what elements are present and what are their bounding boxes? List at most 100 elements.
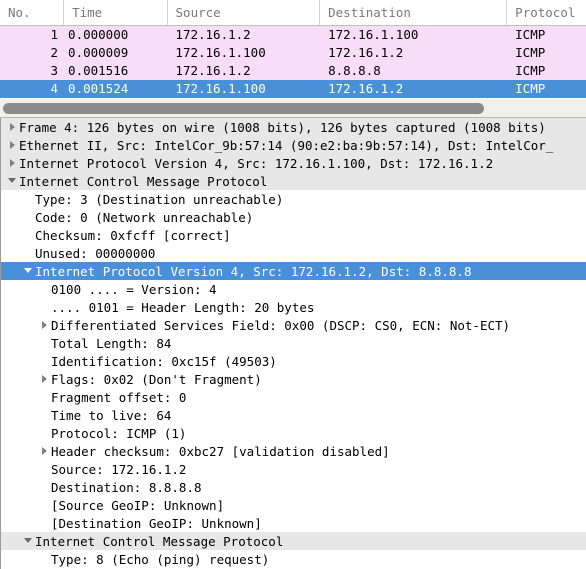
- detail-tree-label: Frame 4: 126 bytes on wire (1008 bits), …: [19, 119, 546, 135]
- packet-protocol: ICMP: [515, 27, 546, 42]
- column-header-source[interactable]: Source: [168, 0, 321, 25]
- packet-no: 2: [50, 45, 59, 60]
- detail-tree-label: Type: 3 (Destination unreachable): [35, 191, 284, 207]
- packet-destination: 172.16.1.2: [328, 81, 404, 96]
- detail-tree-label: Protocol: ICMP (1): [51, 425, 187, 441]
- detail-tree-label: Header checksum: 0xbc27 [validation disa…: [51, 443, 390, 459]
- packet-destination: 172.16.1.100: [328, 27, 419, 42]
- packet-row-3[interactable]: 3 0.001516 172.16.1.2 8.8.8.8 ICMP: [0, 62, 586, 80]
- detail-tree-row[interactable]: Frame 4: 126 bytes on wire (1008 bits), …: [1, 118, 586, 136]
- packet-detail-pane: Frame 4: 126 bytes on wire (1008 bits), …: [0, 118, 586, 569]
- detail-tree-row[interactable]: Ethernet II, Src: IntelCor_9b:57:14 (90:…: [1, 136, 586, 154]
- detail-tree-row[interactable]: Time to live: 64: [1, 406, 586, 424]
- detail-tree-label: Internet Protocol Version 4, Src: 172.16…: [35, 263, 472, 279]
- column-header-protocol[interactable]: Protocol: [507, 0, 586, 25]
- detail-tree-row[interactable]: Unused: 00000000: [1, 244, 586, 262]
- packet-row-4[interactable]: 4 0.001524 172.16.1.100 172.16.1.2 ICMP: [0, 80, 586, 98]
- detail-tree-label: [Destination GeoIP: Unknown]: [51, 515, 262, 531]
- packet-time: 0.001524: [68, 81, 129, 96]
- chevron-down-icon[interactable]: [8, 178, 16, 183]
- tree-toggle[interactable]: [5, 172, 19, 190]
- detail-tree-row[interactable]: Flags: 0x02 (Don't Fragment): [1, 370, 586, 388]
- detail-tree-label: Internet Control Message Protocol: [35, 533, 284, 549]
- packet-protocol: ICMP: [515, 45, 546, 60]
- detail-tree-row[interactable]: Fragment offset: 0: [1, 388, 586, 406]
- detail-tree-label: Checksum: 0xfcff [correct]: [35, 227, 231, 243]
- chevron-right-icon[interactable]: [41, 446, 47, 455]
- detail-tree-label: Type: 8 (Echo (ping) request): [51, 551, 270, 567]
- chevron-right-icon[interactable]: [9, 122, 15, 131]
- packet-time: 0.000009: [68, 45, 129, 60]
- detail-tree-label: Total Length: 84: [51, 335, 172, 351]
- chevron-down-icon[interactable]: [24, 268, 32, 273]
- packet-no: 3: [50, 63, 59, 78]
- detail-tree-row[interactable]: Type: 3 (Destination unreachable): [1, 190, 586, 208]
- chevron-down-icon[interactable]: [24, 538, 32, 543]
- column-header-no[interactable]: No.: [0, 0, 65, 25]
- tree-toggle[interactable]: [37, 442, 51, 460]
- tree-toggle[interactable]: [21, 262, 35, 280]
- tree-toggle[interactable]: [5, 136, 19, 154]
- detail-tree-label: .... 0101 = Header Length: 20 bytes: [51, 299, 315, 315]
- detail-tree-row[interactable]: Internet Protocol Version 4, Src: 172.16…: [1, 154, 586, 172]
- chevron-right-icon[interactable]: [41, 374, 47, 383]
- scrollbar-thumb[interactable]: [3, 103, 484, 114]
- detail-tree-row[interactable]: Internet Control Message Protocol: [1, 532, 586, 550]
- detail-tree-row[interactable]: .... 0101 = Header Length: 20 bytes: [1, 298, 586, 316]
- packet-list-pane: No. Time Source Destination Protocol 1 0…: [0, 0, 586, 118]
- detail-tree-row[interactable]: Code: 0 (Network unreachable): [1, 208, 586, 226]
- packet-row-1[interactable]: 1 0.000000 172.16.1.2 172.16.1.100 ICMP: [0, 26, 586, 44]
- chevron-right-icon[interactable]: [41, 320, 47, 329]
- detail-tree-row[interactable]: Type: 8 (Echo (ping) request): [1, 550, 586, 568]
- tree-toggle[interactable]: [5, 154, 19, 172]
- packet-time: 0.001516: [68, 63, 129, 78]
- packet-source: 172.16.1.2: [175, 63, 251, 78]
- packet-row-2[interactable]: 2 0.000009 172.16.1.100 172.16.1.2 ICMP: [0, 44, 586, 62]
- packet-list-header: No. Time Source Destination Protocol: [0, 0, 586, 26]
- wireshark-window: No. Time Source Destination Protocol 1 0…: [0, 0, 586, 569]
- packet-source: 172.16.1.2: [175, 27, 251, 42]
- packet-protocol: ICMP: [515, 81, 546, 96]
- detail-tree-row[interactable]: Differentiated Services Field: 0x00 (DSC…: [1, 316, 586, 334]
- detail-tree-row[interactable]: Total Length: 84: [1, 334, 586, 352]
- packet-no: 4: [50, 81, 59, 96]
- detail-tree-row[interactable]: Protocol: ICMP (1): [1, 424, 586, 442]
- tree-toggle[interactable]: [21, 532, 35, 550]
- tree-toggle[interactable]: [37, 316, 51, 334]
- detail-tree-row[interactable]: Destination: 8.8.8.8: [1, 478, 586, 496]
- column-header-time[interactable]: Time: [64, 0, 168, 25]
- packet-source: 172.16.1.100: [175, 45, 266, 60]
- detail-tree-label: Internet Control Message Protocol: [19, 173, 268, 189]
- column-header-destination[interactable]: Destination: [320, 0, 508, 25]
- detail-tree-row[interactable]: Checksum: 0xfcff [correct]: [1, 226, 586, 244]
- packet-list-horizontal-scrollbar[interactable]: [0, 98, 586, 118]
- tree-toggle[interactable]: [5, 118, 19, 136]
- packet-destination: 172.16.1.2: [328, 45, 404, 60]
- packet-time: 0.000000: [68, 27, 129, 42]
- detail-tree-row[interactable]: Source: 172.16.1.2: [1, 460, 586, 478]
- detail-tree-row[interactable]: Internet Protocol Version 4, Src: 172.16…: [1, 262, 586, 280]
- scrollbar-track[interactable]: [3, 103, 583, 114]
- detail-tree-row[interactable]: [Destination GeoIP: Unknown]: [1, 514, 586, 532]
- packet-list-rows: 1 0.000000 172.16.1.2 172.16.1.100 ICMP …: [0, 26, 586, 98]
- detail-tree-row[interactable]: [Source GeoIP: Unknown]: [1, 496, 586, 514]
- detail-tree-label: Fragment offset: 0: [51, 389, 187, 405]
- detail-tree-row[interactable]: Identification: 0xc15f (49503): [1, 352, 586, 370]
- detail-tree-row[interactable]: 0100 .... = Version: 4: [1, 280, 586, 298]
- detail-tree-label: Flags: 0x02 (Don't Fragment): [51, 371, 262, 387]
- detail-tree-label: Differentiated Services Field: 0x00 (DSC…: [51, 317, 511, 333]
- detail-tree-label: 0100 .... = Version: 4: [51, 281, 217, 297]
- tree-toggle[interactable]: [37, 370, 51, 388]
- packet-no: 1: [50, 27, 59, 42]
- detail-tree-label: [Source GeoIP: Unknown]: [51, 497, 225, 513]
- detail-tree-row[interactable]: Internet Control Message Protocol: [1, 172, 586, 190]
- detail-tree-row[interactable]: Header checksum: 0xbc27 [validation disa…: [1, 442, 586, 460]
- detail-tree-label: Identification: 0xc15f (49503): [51, 353, 277, 369]
- detail-tree-label: Ethernet II, Src: IntelCor_9b:57:14 (90:…: [19, 137, 554, 153]
- detail-tree-label: Internet Protocol Version 4, Src: 172.16…: [19, 155, 494, 171]
- chevron-right-icon[interactable]: [9, 158, 15, 167]
- packet-protocol: ICMP: [515, 63, 546, 78]
- detail-tree-label: Source: 172.16.1.2: [51, 461, 187, 477]
- detail-tree-label: Unused: 00000000: [35, 245, 156, 261]
- chevron-right-icon[interactable]: [9, 140, 15, 149]
